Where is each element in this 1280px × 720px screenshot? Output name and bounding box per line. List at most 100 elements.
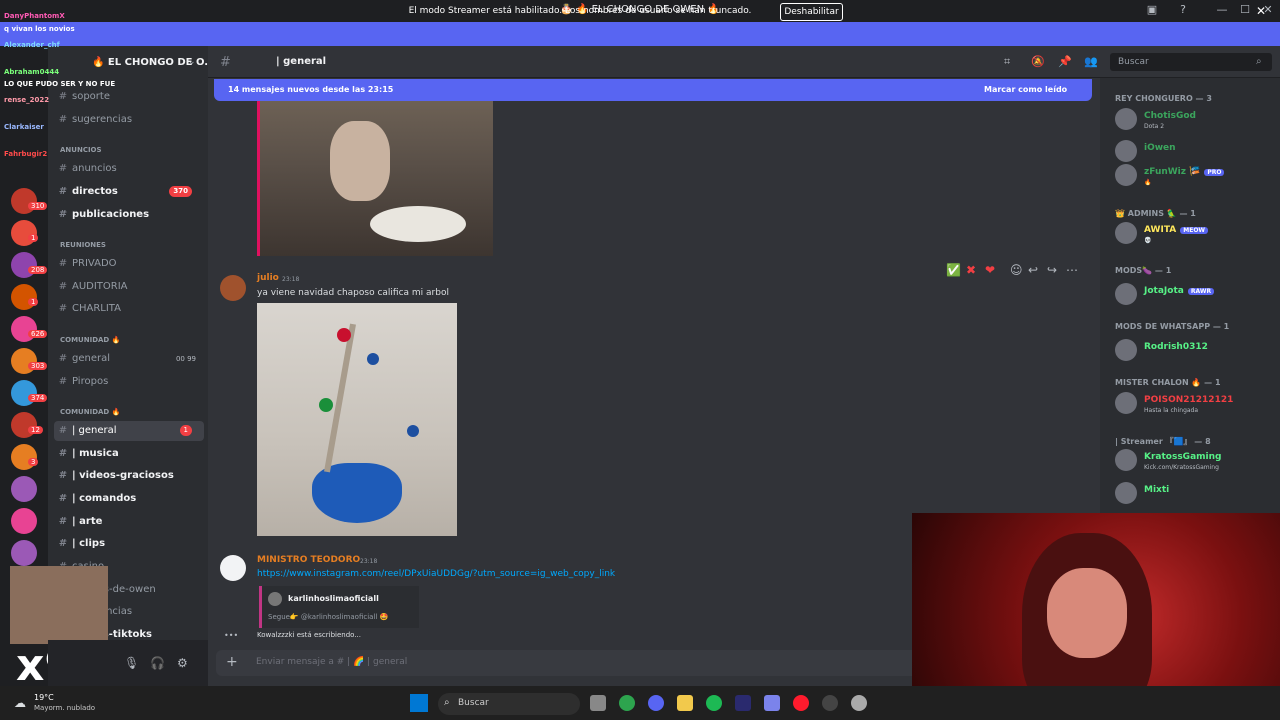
- disable-streamer-button[interactable]: Deshabilitar: [780, 3, 843, 21]
- server-icon[interactable]: [11, 476, 37, 502]
- folder-icon[interactable]: [677, 695, 693, 711]
- channel-item[interactable]: # directos 370: [54, 182, 204, 202]
- channel-category[interactable]: REUNIONES: [60, 241, 106, 249]
- hash-icon: #: [58, 376, 68, 387]
- avatar[interactable]: [1115, 392, 1137, 414]
- christmas-tree-image[interactable]: [257, 303, 457, 536]
- premiere-icon[interactable]: [735, 695, 751, 711]
- notifications-icon[interactable]: 🔕: [1031, 55, 1045, 68]
- more-options-icon[interactable]: ⋯: [1066, 263, 1078, 277]
- heart-reaction-icon[interactable]: ❤: [985, 263, 995, 277]
- avatar[interactable]: [1115, 140, 1137, 162]
- channel-item[interactable]: # sugerencias: [54, 110, 204, 130]
- pinned-icon[interactable]: 📌: [1058, 55, 1072, 68]
- channel-item[interactable]: # CHARLITA: [54, 299, 204, 319]
- teams-icon[interactable]: [764, 695, 780, 711]
- server-icon[interactable]: [11, 412, 37, 438]
- member-name[interactable]: KratossGaming: [1144, 452, 1221, 462]
- avatar[interactable]: [1115, 283, 1137, 305]
- channel-item[interactable]: # AUDITORIA: [54, 277, 204, 297]
- hash-icon: #: [220, 55, 231, 70]
- server-icon[interactable]: [11, 188, 37, 214]
- member-list-icon[interactable]: 👥: [1084, 55, 1098, 68]
- settings-gear-icon[interactable]: ⚙: [177, 656, 188, 670]
- add-attachment-icon[interactable]: +: [226, 654, 238, 670]
- settings-icon[interactable]: [851, 695, 867, 711]
- weather-icon[interactable]: ☁: [14, 696, 26, 710]
- channel-item[interactable]: # Piropos: [54, 372, 204, 392]
- close-banner-icon[interactable]: ✕: [1256, 4, 1266, 18]
- channel-item[interactable]: # publicaciones: [54, 205, 204, 225]
- embed-author[interactable]: karlinhoslimaoficiall: [288, 594, 379, 603]
- weather-temp[interactable]: 19°C: [34, 693, 54, 702]
- member-name[interactable]: AWITA MEOW: [1144, 225, 1209, 235]
- avatar[interactable]: [1115, 108, 1137, 130]
- channel-label: | musica: [72, 448, 119, 459]
- search-input[interactable]: Buscar: [1110, 53, 1272, 71]
- windows-start-icon[interactable]: [410, 694, 428, 712]
- obs-icon[interactable]: [822, 695, 838, 711]
- member-name[interactable]: ChotisGod: [1144, 111, 1196, 121]
- channel-item[interactable]: # general 00 99: [54, 349, 204, 369]
- reply-icon[interactable]: ↩: [1028, 263, 1038, 277]
- message-link[interactable]: https://www.instagram.com/reel/DPxUiaUDD…: [257, 569, 615, 579]
- server-icon[interactable]: [11, 316, 37, 342]
- channel-item[interactable]: # | general 1: [54, 421, 204, 441]
- channel-item[interactable]: # | musica: [54, 444, 204, 464]
- headphones-icon[interactable]: 🎧: [150, 656, 165, 670]
- member-name[interactable]: Rodrish0312: [1144, 342, 1208, 352]
- server-icon[interactable]: [11, 284, 37, 310]
- guild-name[interactable]: 🔥 EL CHONGO DE O...: [92, 57, 216, 68]
- task-view-icon[interactable]: [590, 695, 606, 711]
- channel-item[interactable]: # anuncios: [54, 159, 204, 179]
- discord-icon[interactable]: [648, 695, 664, 711]
- forward-icon[interactable]: ↪: [1047, 263, 1057, 277]
- opera-icon[interactable]: [793, 695, 809, 711]
- blue-pot-shape: [312, 463, 402, 523]
- member-name[interactable]: zFunWiz 🎏 PRO: [1144, 167, 1225, 177]
- avatar[interactable]: [1115, 222, 1137, 244]
- check-reaction-icon[interactable]: ✅: [946, 263, 961, 277]
- server-icon[interactable]: [11, 348, 37, 374]
- server-icon[interactable]: [11, 380, 37, 406]
- member-name[interactable]: iOwen: [1144, 143, 1176, 153]
- avatar[interactable]: [220, 275, 246, 301]
- channel-category[interactable]: COMUNIDAD 🔥: [60, 408, 120, 416]
- channel-item[interactable]: # | comandos: [54, 489, 204, 509]
- chrome-icon[interactable]: [619, 695, 635, 711]
- server-icon[interactable]: [11, 220, 37, 246]
- spotify-icon[interactable]: [706, 695, 722, 711]
- channel-item[interactable]: # PRIVADO: [54, 254, 204, 274]
- mark-as-read-button[interactable]: Marcar como leído: [984, 85, 1067, 94]
- channel-item[interactable]: # soporte: [54, 87, 204, 107]
- threads-icon[interactable]: ⌗: [1004, 55, 1010, 69]
- channel-item[interactable]: # | videos-graciosos: [54, 466, 204, 486]
- cross-reaction-icon[interactable]: ✖: [966, 263, 976, 277]
- message-author[interactable]: MINISTRO TEODORO: [257, 555, 360, 565]
- member-name[interactable]: JotaJota RAWR: [1144, 286, 1215, 296]
- server-badge: 303: [28, 362, 48, 370]
- avatar[interactable]: [220, 555, 246, 581]
- channel-category[interactable]: COMUNIDAD 🔥: [60, 336, 120, 344]
- add-reaction-icon[interactable]: ☺: [1010, 263, 1023, 277]
- channel-item[interactable]: # | arte: [54, 512, 204, 532]
- avatar[interactable]: [1115, 449, 1137, 471]
- server-icon[interactable]: [11, 508, 37, 534]
- taskbar-search[interactable]: Buscar: [438, 693, 580, 715]
- server-icon[interactable]: [11, 444, 37, 470]
- member-name[interactable]: Mixti: [1144, 485, 1169, 495]
- microphone-icon[interactable]: 🎙: [124, 656, 139, 670]
- message-image-attachment[interactable]: [257, 101, 493, 256]
- member-name[interactable]: POISON21212121: [1144, 395, 1233, 405]
- hash-icon: #: [58, 538, 68, 549]
- message-text: ya viene navidad chaposo califica mi arb…: [257, 288, 449, 298]
- channel-item[interactable]: # | clips: [54, 534, 204, 554]
- avatar[interactable]: [1115, 164, 1137, 186]
- server-icon[interactable]: [11, 252, 37, 278]
- chevron-down-icon[interactable]: ⌄: [188, 57, 196, 67]
- message-author[interactable]: julio: [257, 273, 279, 283]
- channel-category[interactable]: ANUNCIOS: [60, 146, 102, 154]
- avatar[interactable]: [1115, 482, 1137, 504]
- server-icon[interactable]: [11, 540, 37, 566]
- avatar[interactable]: [1115, 339, 1137, 361]
